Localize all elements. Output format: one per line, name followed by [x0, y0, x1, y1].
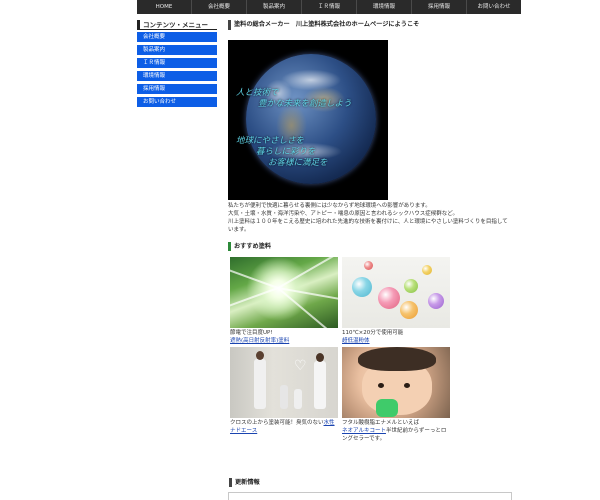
colored-balls-image[interactable] — [342, 257, 450, 328]
nav-recruit[interactable]: 採用情報 — [412, 0, 467, 14]
baby-image[interactable] — [342, 347, 450, 418]
nav-company[interactable]: 会社概要 — [192, 0, 247, 14]
page-title: 塗料の総合メーカー 川上塗料株式会社のホームページにようこそ — [228, 20, 513, 30]
sidebar-item-products[interactable]: 製品案内 — [137, 45, 217, 55]
updates-heading: 更新情報 — [229, 478, 260, 487]
nav-contact[interactable]: お問い合わせ — [467, 0, 521, 14]
product-card-caption: 節電で注目度UP! — [230, 330, 273, 336]
heart-icon: ♡ — [294, 358, 307, 374]
product-card-text: クロスの上から塗装可能！臭気のない水性ナドエース — [230, 419, 338, 435]
sidebar-item-recruit[interactable]: 採用情報 — [137, 84, 217, 94]
nav-home[interactable]: HOME — [137, 0, 192, 14]
sidebar-item-environment[interactable]: 環境情報 — [137, 71, 217, 81]
intro-paragraph: 私たちが便利で快適に暮らせる裏側には少なからず地球環境への影響があります。 — [228, 203, 431, 209]
sidebar-item-company[interactable]: 会社概要 — [137, 32, 217, 42]
product-link-low-temp-powder[interactable]: 超低温粉体 — [342, 338, 370, 344]
intro-text: 私たちが便利で快適に暮らせる裏側には少なからず地球環境への影響があります。 大気… — [228, 202, 513, 234]
toy-teether — [376, 399, 398, 417]
product-card: フタル酸樹脂エナメルといえば ネオアルキコート半世紀前からずーっとロングセラーで… — [342, 347, 450, 442]
forest-light-image[interactable] — [230, 257, 338, 328]
nav-environment[interactable]: 環境情報 — [357, 0, 412, 14]
product-link-alkyd[interactable]: ネオアルキコート — [342, 428, 386, 434]
sidebar-item-contact[interactable]: お問い合わせ — [137, 97, 217, 107]
product-card-text: 110℃×20分で使用可能 超低温粉体 — [342, 329, 450, 345]
product-card: 節電で注目度UP! 遮熱(高日射反射率)塗料 — [230, 257, 338, 345]
intro-paragraph: 大気・土壌・水質・海洋汚染や、アトピー・喘息の原因と言われるシックハウス症候群な… — [228, 211, 459, 217]
nav-products[interactable]: 製品案内 — [247, 0, 302, 14]
nav-ir[interactable]: ＩＲ情報 — [302, 0, 357, 14]
hero-line: お客様に満足を — [268, 158, 328, 168]
product-link-heat-shield[interactable]: 遮熱(高日射反射率)塗料 — [230, 338, 289, 344]
product-card-text: フタル酸樹脂エナメルといえば ネオアルキコート半世紀前からずーっとロングセラーで… — [342, 419, 450, 442]
product-card-text: 節電で注目度UP! 遮熱(高日射反射率)塗料 — [230, 329, 338, 345]
updates-box — [228, 492, 512, 500]
sidebar-title: コンテンツ・メニュー — [137, 20, 217, 30]
product-card-caption: 110℃×20分で使用可能 — [342, 330, 404, 336]
product-card-caption: クロスの上から塗装可能！臭気のない — [230, 420, 324, 426]
recommend-grid: 節電で注目度UP! 遮熱(高日射反射率)塗料 110℃×20分で使用可能 超低温… — [230, 257, 450, 442]
product-card: ♡ クロスの上から塗装可能！臭気のない水性ナドエース — [230, 347, 338, 435]
product-card: 110℃×20分で使用可能 超低温粉体 — [342, 257, 450, 345]
product-card-caption: フタル酸樹脂エナメルといえば — [342, 420, 420, 426]
baby-hair — [358, 347, 436, 371]
hero-earth-banner: 人と技術で 豊かな未来を創造しよう 地球にやさしさを 暮らしに彩りを お客様に満… — [228, 40, 388, 200]
sidebar-item-ir[interactable]: ＩＲ情報 — [137, 58, 217, 68]
main-content: 塗料の総合メーカー 川上塗料株式会社のホームページにようこそ 人と技術で 豊かな… — [228, 20, 513, 442]
hero-line: 豊かな未来を創造しよう — [258, 99, 352, 109]
sidebar: コンテンツ・メニュー 会社概要 製品案内 ＩＲ情報 環境情報 採用情報 お問い合… — [137, 20, 217, 110]
intro-paragraph: 川上塗料は１００年をこえる歴史に培われた先進的な技術を裏付けに、人と環境にやさし… — [228, 219, 508, 233]
top-navigation: HOME 会社概要 製品案内 ＩＲ情報 環境情報 採用情報 お問い合わせ — [137, 0, 521, 14]
recommend-heading: おすすめ塗料 — [228, 242, 513, 251]
family-painting-image[interactable]: ♡ — [230, 347, 338, 418]
